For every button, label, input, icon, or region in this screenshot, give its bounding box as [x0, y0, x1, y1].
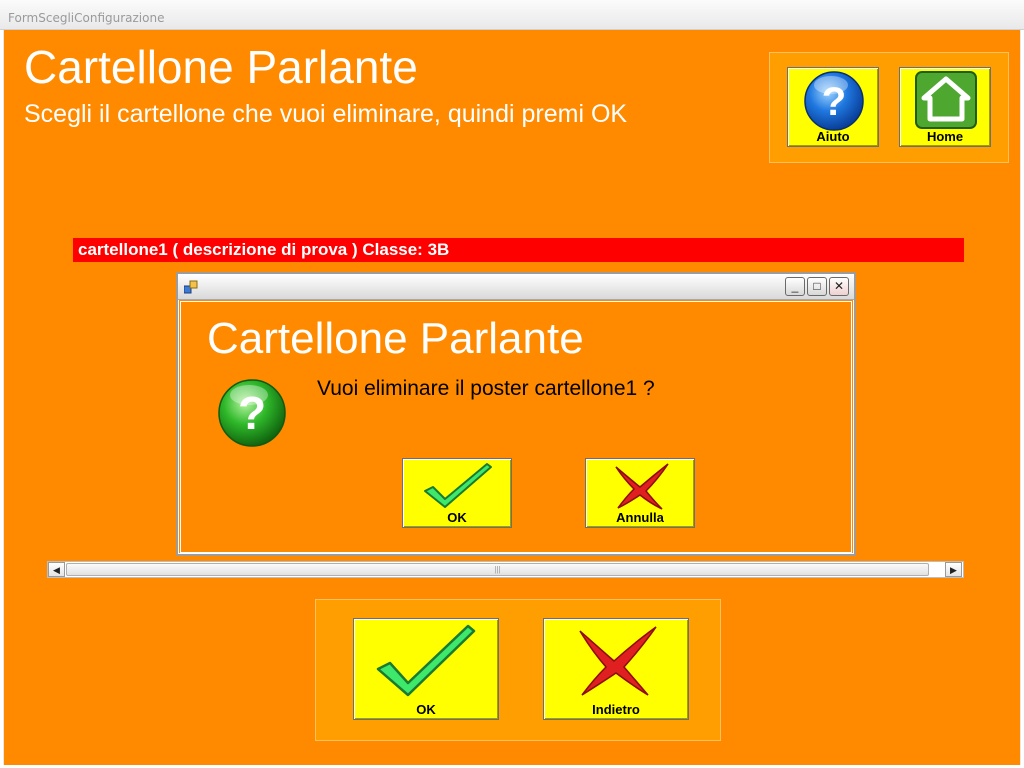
dialog-ok-label: OK: [447, 510, 467, 525]
app-window-icon: [184, 280, 198, 294]
cross-icon: [615, 463, 669, 510]
help-button[interactable]: ? Aiuto: [787, 67, 879, 147]
dialog-ok-button[interactable]: OK: [402, 458, 512, 528]
back-button[interactable]: Indietro: [543, 618, 689, 720]
dialog-cancel-label: Annulla: [616, 510, 664, 525]
home-button[interactable]: Home: [899, 67, 991, 147]
help-icon: ?: [804, 71, 864, 131]
dialog-titlebar: _ □ ✕: [178, 274, 854, 300]
bottom-button-panel: OK Indietro: [315, 599, 721, 741]
dialog-maximize-button[interactable]: □: [807, 277, 827, 296]
dialog-cancel-button[interactable]: Annulla: [585, 458, 695, 528]
svg-text:?: ?: [822, 80, 846, 124]
dialog-title: Cartellone Parlante: [207, 314, 584, 363]
scroll-left-button[interactable]: ◀: [48, 562, 65, 577]
question-mark-circle-icon: ?: [218, 379, 286, 447]
dialog-close-button[interactable]: ✕: [829, 277, 849, 296]
house-icon: [915, 71, 977, 129]
page-title: Cartellone Parlante: [24, 41, 418, 93]
dialog-message: Vuoi eliminare il poster cartellone1 ?: [317, 377, 655, 400]
main-form: Cartellone Parlante Scegli il cartellone…: [3, 30, 1021, 765]
help-button-label: Aiuto: [816, 129, 850, 144]
cross-icon: [579, 626, 657, 696]
top-button-panel: ? Aiuto Home: [769, 52, 1009, 163]
horizontal-scrollbar[interactable]: ◀ ||| ▶: [47, 561, 964, 578]
back-button-label: Indietro: [592, 702, 640, 717]
ok-button[interactable]: OK: [353, 618, 499, 720]
list-item-selected[interactable]: cartellone1 ( descrizione di prova ) Cla…: [73, 238, 964, 262]
confirm-dialog: _ □ ✕ Cartellone Parlante ? Vuoi elimina…: [176, 272, 856, 556]
home-button-label: Home: [926, 129, 964, 144]
scroll-thumb[interactable]: |||: [66, 563, 929, 576]
window-title: FormScegliConfigurazione: [8, 11, 165, 25]
page-subtitle: Scegli il cartellone che vuoi eliminare,…: [24, 100, 628, 128]
scroll-right-button[interactable]: ▶: [945, 562, 962, 577]
svg-text:?: ?: [238, 387, 266, 439]
checkmark-icon: [424, 463, 492, 508]
dialog-body: Cartellone Parlante ? Vuoi eliminare il …: [180, 301, 852, 553]
window-titlebar: FormScegliConfigurazione: [0, 0, 1024, 30]
checkmark-icon: [376, 624, 476, 697]
ok-button-label: OK: [416, 702, 436, 717]
dialog-minimize-button[interactable]: _: [785, 277, 805, 296]
